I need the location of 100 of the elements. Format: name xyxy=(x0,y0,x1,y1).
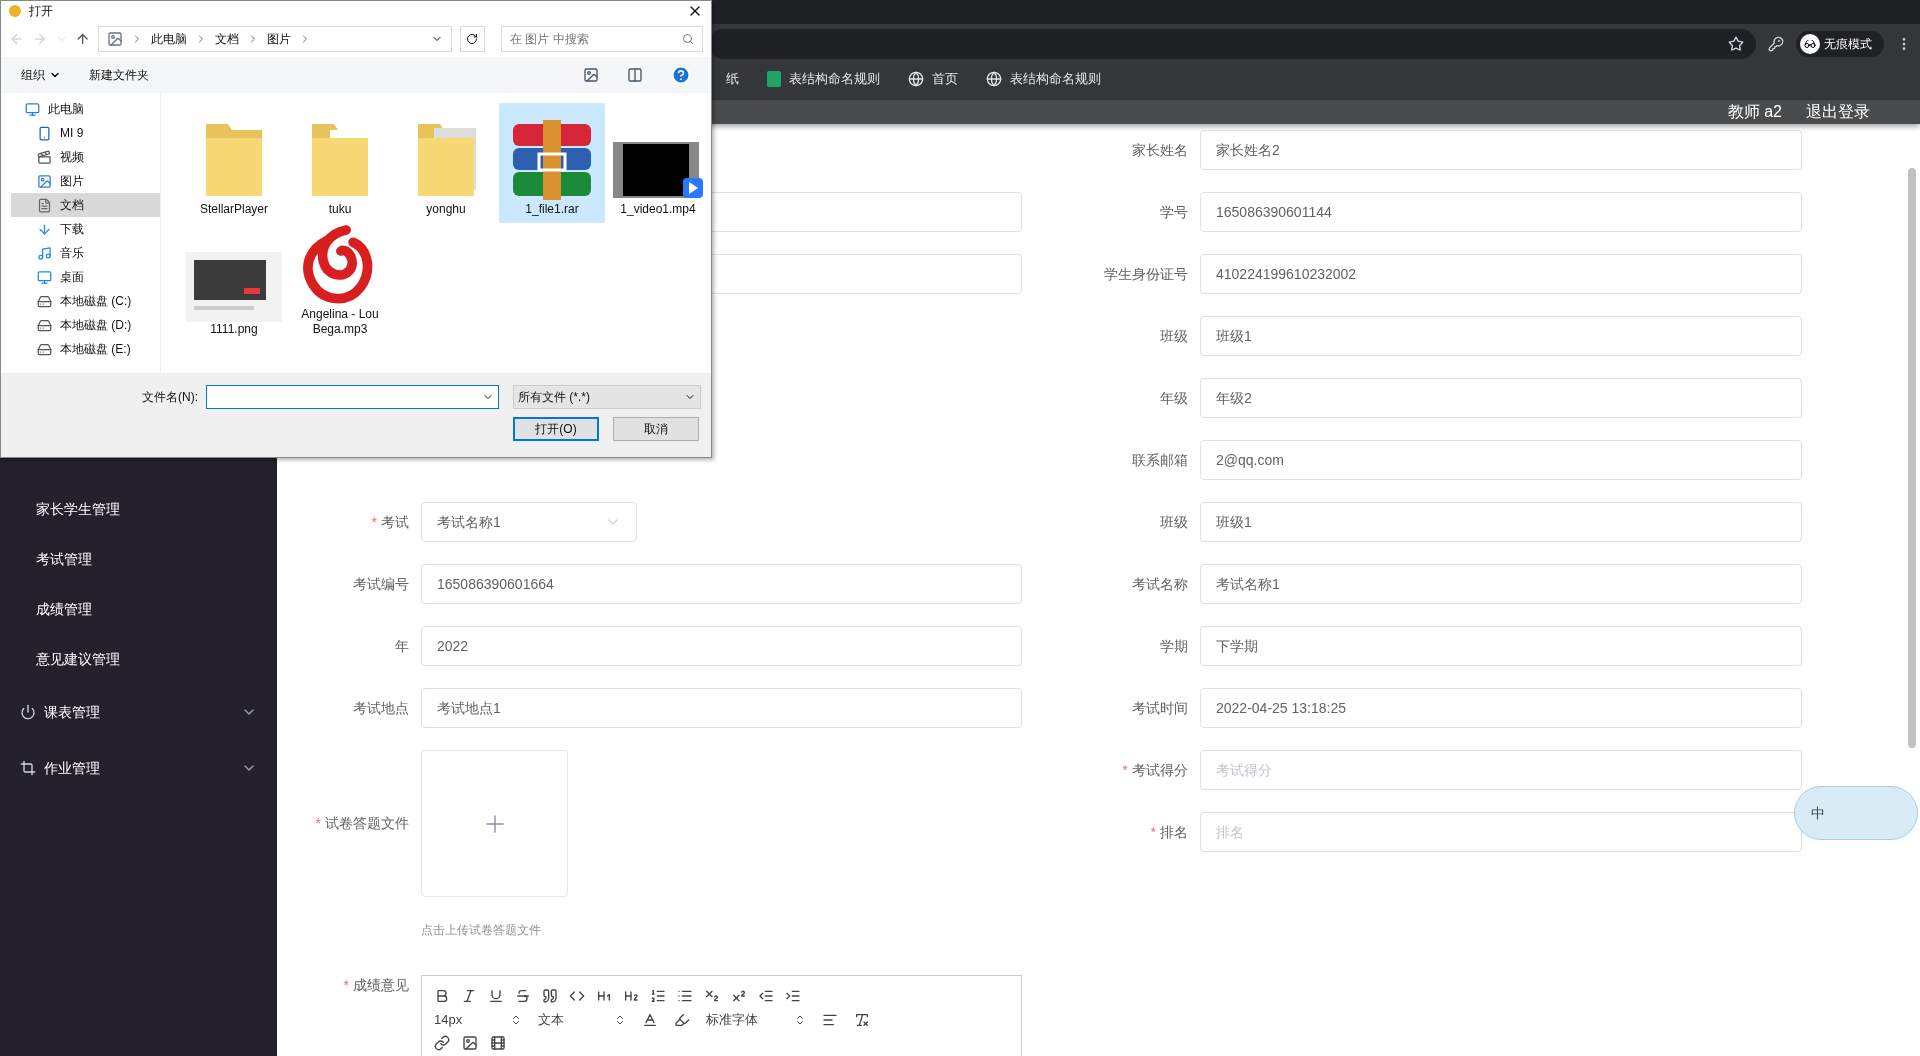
input-field[interactable]: 家长姓名2 xyxy=(1200,130,1802,170)
file-item[interactable]: 1_video1.mp4 xyxy=(605,103,711,223)
tree-item[interactable]: 本地磁盘 (C:) xyxy=(11,289,160,313)
indent-icon[interactable] xyxy=(785,988,801,1004)
input-field[interactable]: 班级1 xyxy=(1200,502,1802,542)
field-label: 学期 xyxy=(1160,636,1188,656)
incognito-badge[interactable]: 无痕模式 xyxy=(1796,31,1884,57)
tree-item[interactable]: 此电脑 xyxy=(11,97,160,121)
strikethrough-icon[interactable] xyxy=(515,988,531,1004)
heading-two-icon[interactable] xyxy=(623,988,639,1004)
ime-widget[interactable]: 中 xyxy=(1794,786,1918,840)
group-label: 课表管理 xyxy=(44,702,101,722)
highlight-icon[interactable] xyxy=(674,1012,690,1028)
organize-menu[interactable]: 组织 xyxy=(21,66,61,84)
input-field[interactable]: 165086390601144 xyxy=(1200,192,1802,232)
view-icon[interactable] xyxy=(583,67,599,83)
input-field[interactable]: 2022 xyxy=(421,626,1022,666)
file-type-select[interactable]: 所有文件 (*.*) xyxy=(513,385,701,409)
paragraph-select[interactable]: 文本 xyxy=(538,1010,626,1030)
image-thumbnail-icon xyxy=(186,252,282,322)
underline-icon[interactable] xyxy=(488,988,504,1004)
input-field[interactable]: 班级1 xyxy=(1200,316,1802,356)
search-field[interactable]: 在 图片 中搜索 xyxy=(500,26,703,52)
file-item[interactable]: 1_file1.rar xyxy=(499,103,605,223)
input-field[interactable]: 2022-04-25 13:18:25 xyxy=(1200,688,1802,728)
open-button[interactable]: 打开(O) xyxy=(513,417,599,441)
sidebar-item[interactable]: 意见建议管理 xyxy=(0,634,277,684)
breadcrumb[interactable]: 此电脑 xyxy=(151,30,188,48)
scrollbar-thumb[interactable] xyxy=(1908,168,1916,748)
file-item[interactable]: Angelina - Lou Bega.mp3 xyxy=(287,223,393,343)
sidebar-group[interactable]: 作业管理 xyxy=(0,740,277,796)
quote-icon[interactable] xyxy=(542,988,558,1004)
tree-item[interactable]: 文档 xyxy=(11,193,160,217)
font-color-icon[interactable] xyxy=(642,1012,658,1028)
superscript-icon[interactable] xyxy=(731,988,747,1004)
field-label: 学号 xyxy=(1160,202,1188,222)
breadcrumb[interactable]: 文档 xyxy=(215,30,240,48)
file-item[interactable]: StellarPlayer xyxy=(181,103,287,223)
tree-item[interactable]: 图片 xyxy=(11,169,160,193)
logout-link[interactable]: 退出登录 xyxy=(1806,100,1870,124)
code-icon[interactable] xyxy=(569,988,585,1004)
rich-text-editor[interactable]: 14px 文本 标准字体 xyxy=(421,975,1022,1056)
cancel-button[interactable]: 取消 xyxy=(613,417,699,441)
subscript-icon[interactable] xyxy=(704,988,720,1004)
new-folder-button[interactable]: 新建文件夹 xyxy=(89,66,149,84)
address-bar[interactable]: 此电脑 文档 图片 xyxy=(98,26,452,52)
star-icon[interactable] xyxy=(1728,36,1744,52)
input-field[interactable]: 165086390601664 xyxy=(421,564,1022,604)
dialog-title: 打开 xyxy=(29,3,54,20)
tree-item[interactable]: MI 9 xyxy=(11,121,160,145)
tree-item[interactable]: 下载 xyxy=(11,217,160,241)
bold-icon[interactable] xyxy=(434,988,450,1004)
size-select[interactable]: 14px xyxy=(434,1010,522,1030)
bookmark-link[interactable]: 表结构命名规则 xyxy=(1010,69,1101,89)
filename-field[interactable] xyxy=(206,385,499,409)
bookmark-link[interactable]: 表结构命名规则 xyxy=(789,69,880,89)
sidebar-item[interactable]: 家长学生管理 xyxy=(0,484,277,534)
breadcrumb[interactable]: 图片 xyxy=(267,30,292,48)
input-field[interactable]: 下学期 xyxy=(1200,626,1802,666)
sidebar-item[interactable]: 考试管理 xyxy=(0,534,277,584)
clear-format-icon[interactable] xyxy=(854,1012,870,1028)
input-field[interactable]: 考试名称1 xyxy=(1200,564,1802,604)
preview-pane-icon[interactable] xyxy=(627,67,643,83)
bookmark-link[interactable]: 首页 xyxy=(932,69,958,89)
help-icon[interactable] xyxy=(671,65,691,85)
font-select[interactable]: 标准字体 xyxy=(706,1010,806,1030)
file-item[interactable]: yonghu xyxy=(393,103,499,223)
input-field[interactable]: 410224199610232002 xyxy=(1200,254,1802,294)
input-field[interactable]: 年级2 xyxy=(1200,378,1802,418)
ordered-list-icon[interactable] xyxy=(650,988,666,1004)
up-icon[interactable] xyxy=(75,31,91,47)
image-icon[interactable] xyxy=(462,1035,478,1051)
select-field[interactable]: 考试名称1 xyxy=(421,502,637,542)
sidebar-item[interactable]: 成绩管理 xyxy=(0,584,277,634)
outdent-icon[interactable] xyxy=(758,988,774,1004)
file-item[interactable]: 1111.png xyxy=(181,223,287,343)
heading-one-icon[interactable] xyxy=(596,988,612,1004)
tree-item[interactable]: 桌面 xyxy=(11,265,160,289)
italic-icon[interactable] xyxy=(461,988,477,1004)
tree-item[interactable]: 音乐 xyxy=(11,241,160,265)
link-icon[interactable] xyxy=(434,1035,450,1051)
bookmark-link[interactable]: 纸 xyxy=(726,69,739,89)
input-field[interactable]: 2@qq.com xyxy=(1200,440,1802,480)
align-icon[interactable] xyxy=(822,1012,838,1028)
field-label: 年 xyxy=(395,636,409,656)
bullet-list-icon[interactable] xyxy=(677,988,693,1004)
file-item[interactable]: tuku xyxy=(287,103,393,223)
tree-item[interactable]: 本地磁盘 (E:) xyxy=(11,337,160,361)
required-mark: * xyxy=(343,976,349,995)
drive-icon xyxy=(37,341,52,357)
updown-icon xyxy=(614,1014,626,1026)
refresh-button[interactable] xyxy=(459,26,485,52)
video-icon[interactable] xyxy=(490,1035,506,1051)
sidebar-group[interactable]: 课表管理 xyxy=(0,684,277,740)
tree-item[interactable]: 视频 xyxy=(11,145,160,169)
field-label: 家长姓名 xyxy=(1132,140,1188,160)
input-field[interactable]: 考试地点1 xyxy=(421,688,1022,728)
tree-item[interactable]: 本地磁盘 (D:) xyxy=(11,313,160,337)
key-icon[interactable] xyxy=(1768,36,1784,52)
field-label: 排名 xyxy=(1160,822,1188,842)
